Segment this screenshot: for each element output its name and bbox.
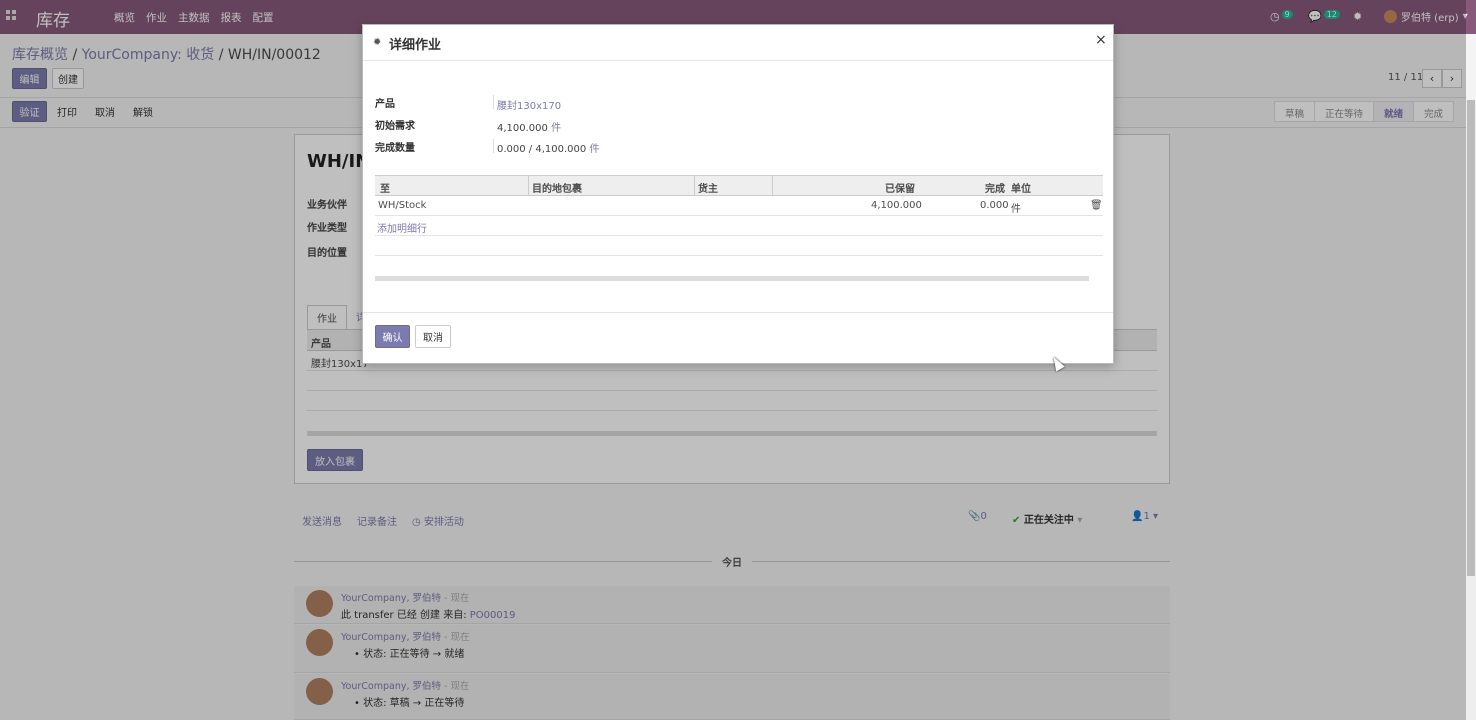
cell-to[interactable]: WH/Stock bbox=[378, 200, 426, 211]
cell-reserved: 4,100.000 bbox=[871, 200, 922, 211]
close-icon[interactable]: × bbox=[1095, 32, 1107, 48]
detailed-operations-dialog: ✹ 详细作业 × 产品 腰封130x170 初始需求 4,100.000 件 完… bbox=[362, 24, 1114, 364]
dialog-header: ✹ 详细作业 × bbox=[363, 25, 1113, 61]
page-scrollbar[interactable] bbox=[1466, 100, 1476, 720]
divider bbox=[772, 176, 773, 195]
confirm-button[interactable]: 确认 bbox=[375, 325, 410, 348]
divider bbox=[493, 95, 494, 109]
move-lines-table: 至 目的地包裹 货主 已保留 完成 单位 WH/Stock 4,100.000 … bbox=[375, 175, 1103, 256]
column-header-to[interactable]: 至 bbox=[380, 180, 390, 195]
column-header-uom[interactable]: 单位 bbox=[1011, 180, 1031, 195]
uom-link: 件 bbox=[589, 144, 600, 155]
divider bbox=[528, 176, 529, 195]
divider bbox=[694, 176, 695, 195]
dialog-footer: 确认 取消 bbox=[363, 312, 1113, 364]
uom-link: 件 bbox=[551, 123, 562, 134]
table-row: 添加明细行 bbox=[375, 216, 1103, 236]
initial-demand-value: 4,100.000 件 bbox=[497, 123, 562, 134]
cancel-button[interactable]: 取消 bbox=[415, 325, 451, 348]
add-line-link[interactable]: 添加明细行 bbox=[377, 220, 427, 235]
column-header-reserved[interactable]: 已保留 bbox=[885, 180, 915, 195]
initial-demand-label: 初始需求 bbox=[375, 121, 415, 132]
quantity-done-label: 完成数量 bbox=[375, 143, 415, 154]
horizontal-scrollbar[interactable] bbox=[375, 276, 1089, 281]
column-header-done[interactable]: 完成 bbox=[985, 180, 1005, 195]
product-label: 产品 bbox=[375, 99, 395, 110]
scrollbar-thumb[interactable] bbox=[1467, 100, 1475, 576]
divider bbox=[493, 139, 494, 153]
column-header-destination-package[interactable]: 目的地包裹 bbox=[532, 180, 582, 195]
bug-icon[interactable]: ✹ bbox=[373, 37, 381, 48]
table-row[interactable]: WH/Stock 4,100.000 0.000 件 🗑 bbox=[375, 196, 1103, 216]
column-header-owner[interactable]: 货主 bbox=[698, 180, 718, 195]
table-row bbox=[375, 236, 1103, 256]
cell-uom[interactable]: 件 bbox=[1011, 200, 1021, 215]
dialog-title: 详细作业 bbox=[389, 38, 442, 53]
table-header: 至 目的地包裹 货主 已保留 完成 单位 bbox=[375, 175, 1103, 196]
product-value[interactable]: 腰封130x170 bbox=[497, 97, 561, 112]
trash-icon[interactable]: 🗑 bbox=[1090, 200, 1103, 211]
cell-done[interactable]: 0.000 bbox=[980, 200, 1009, 211]
quantity-done-value: 0.000 / 4,100.000 件 bbox=[497, 144, 600, 155]
